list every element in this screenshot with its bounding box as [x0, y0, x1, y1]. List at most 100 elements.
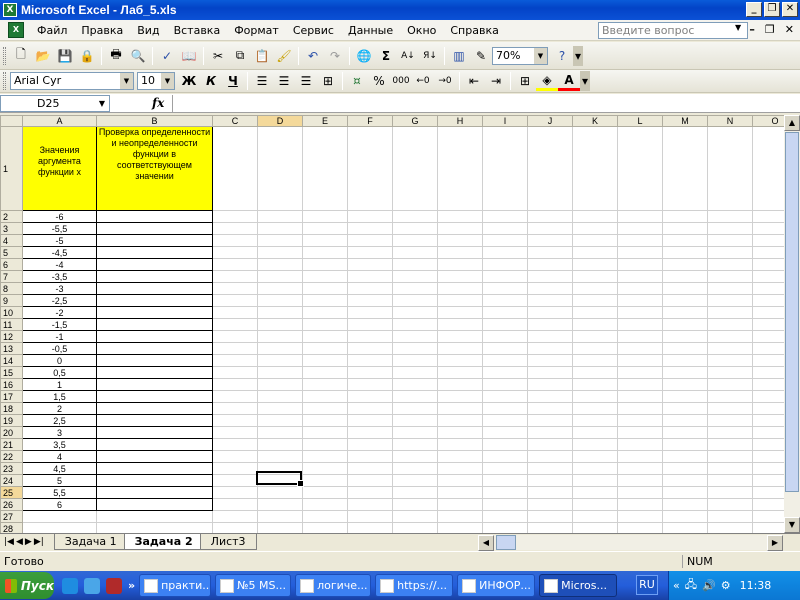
cell-L8[interactable] — [617, 282, 663, 295]
cell-D12[interactable] — [257, 330, 303, 343]
cell-I3[interactable] — [482, 222, 528, 235]
cell-E17[interactable] — [302, 390, 348, 403]
cell-F5[interactable] — [347, 246, 393, 259]
cell-B21[interactable] — [96, 438, 213, 451]
active-cell-selection[interactable] — [256, 471, 304, 487]
cell-E15[interactable] — [302, 366, 348, 379]
cell-J28[interactable] — [527, 522, 573, 533]
next-sheet-icon[interactable]: ▶ — [25, 537, 32, 547]
minimize-button[interactable]: _ — [746, 2, 762, 17]
column-header[interactable]: F — [347, 115, 393, 127]
cell-D19[interactable] — [257, 414, 303, 427]
cell-C19[interactable] — [212, 414, 258, 427]
cell-I13[interactable] — [482, 342, 528, 355]
cell-K5[interactable] — [572, 246, 618, 259]
cell-D7[interactable] — [257, 270, 303, 283]
insert-function-icon[interactable]: fx — [152, 96, 164, 110]
volume-icon[interactable]: 🔊 — [702, 579, 716, 592]
horizontal-track[interactable] — [516, 535, 767, 550]
taskbar-button-3[interactable]: https://... — [375, 574, 454, 597]
menu-item-6[interactable]: Данные — [341, 21, 400, 40]
cell-L17[interactable] — [617, 390, 663, 403]
cell-H12[interactable] — [437, 330, 483, 343]
cell-F13[interactable] — [347, 342, 393, 355]
cell-I12[interactable] — [482, 330, 528, 343]
column-header[interactable]: K — [572, 115, 618, 127]
cell-E6[interactable] — [302, 258, 348, 271]
cell-A19[interactable]: 2,5 — [22, 414, 97, 427]
cell-J9[interactable] — [527, 294, 573, 307]
cell-D10[interactable] — [257, 306, 303, 319]
cell-N20[interactable] — [707, 426, 753, 439]
redo-icon[interactable]: ↷ — [324, 46, 346, 66]
chevron-down-icon[interactable]: ▼ — [161, 73, 174, 89]
cell-K17[interactable] — [572, 390, 618, 403]
cell-H23[interactable] — [437, 462, 483, 475]
cell-L27[interactable] — [617, 510, 663, 523]
cell-G16[interactable] — [392, 378, 438, 391]
sort-descending-icon[interactable]: Я↓ — [419, 46, 441, 66]
cell-K26[interactable] — [572, 498, 618, 511]
cell-B3[interactable] — [96, 222, 213, 235]
cell-M19[interactable] — [662, 414, 708, 427]
cell-K3[interactable] — [572, 222, 618, 235]
cell-I22[interactable] — [482, 450, 528, 463]
cell-H1[interactable] — [437, 126, 483, 211]
cell-N18[interactable] — [707, 402, 753, 415]
cell-J18[interactable] — [527, 402, 573, 415]
cell-M15[interactable] — [662, 366, 708, 379]
cell-C9[interactable] — [212, 294, 258, 307]
cell-N16[interactable] — [707, 378, 753, 391]
cell-L15[interactable] — [617, 366, 663, 379]
cell-G11[interactable] — [392, 318, 438, 331]
open-icon[interactable]: 📂 — [32, 46, 54, 66]
cell-J24[interactable] — [527, 474, 573, 487]
row-header[interactable]: 21 — [0, 438, 23, 451]
cell-M20[interactable] — [662, 426, 708, 439]
borders-icon[interactable]: ⊞ — [514, 71, 536, 91]
menu-item-1[interactable]: Правка — [74, 21, 130, 40]
hyperlink-icon[interactable]: 🌐 — [353, 46, 375, 66]
decrease-indent-icon[interactable]: ⇤ — [463, 71, 485, 91]
cell-K6[interactable] — [572, 258, 618, 271]
cell-N12[interactable] — [707, 330, 753, 343]
row-header[interactable]: 18 — [0, 402, 23, 415]
taskbar-button-4[interactable]: ИНФОР... — [457, 574, 536, 597]
row-header[interactable]: 12 — [0, 330, 23, 343]
cell-D26[interactable] — [257, 498, 303, 511]
cell-F8[interactable] — [347, 282, 393, 295]
cell-A11[interactable]: -1,5 — [22, 318, 97, 331]
cell-B17[interactable] — [96, 390, 213, 403]
cell-A23[interactable]: 4,5 — [22, 462, 97, 475]
cell-B24[interactable] — [96, 474, 213, 487]
menu-item-2[interactable]: Вид — [130, 21, 166, 40]
cell-C12[interactable] — [212, 330, 258, 343]
cell-C18[interactable] — [212, 402, 258, 415]
cell-J11[interactable] — [527, 318, 573, 331]
cell-E26[interactable] — [302, 498, 348, 511]
row-header[interactable]: 23 — [0, 462, 23, 475]
cell-J27[interactable] — [527, 510, 573, 523]
cell-N5[interactable] — [707, 246, 753, 259]
cell-C8[interactable] — [212, 282, 258, 295]
cell-E11[interactable] — [302, 318, 348, 331]
cell-L9[interactable] — [617, 294, 663, 307]
vertical-scrollbar[interactable]: ▲ ▼ — [784, 115, 800, 533]
currency-icon[interactable]: ¤ — [346, 71, 368, 91]
cell-N27[interactable] — [707, 510, 753, 523]
cell-J8[interactable] — [527, 282, 573, 295]
cell-I15[interactable] — [482, 366, 528, 379]
cell-N24[interactable] — [707, 474, 753, 487]
chart-wizard-icon[interactable]: ▥ — [448, 46, 470, 66]
cell-N14[interactable] — [707, 354, 753, 367]
column-header[interactable]: I — [482, 115, 528, 127]
cell-K25[interactable] — [572, 486, 618, 499]
cell-B1[interactable]: Проверка определенности и неопределеннос… — [96, 126, 213, 211]
cell-E27[interactable] — [302, 510, 348, 523]
network-icon[interactable]: 🖧 — [685, 576, 697, 595]
cell-J1[interactable] — [527, 126, 573, 211]
row-header[interactable]: 6 — [0, 258, 23, 271]
quick-launch-more-icon[interactable]: » — [128, 579, 135, 592]
cell-E12[interactable] — [302, 330, 348, 343]
row-header[interactable]: 17 — [0, 390, 23, 403]
